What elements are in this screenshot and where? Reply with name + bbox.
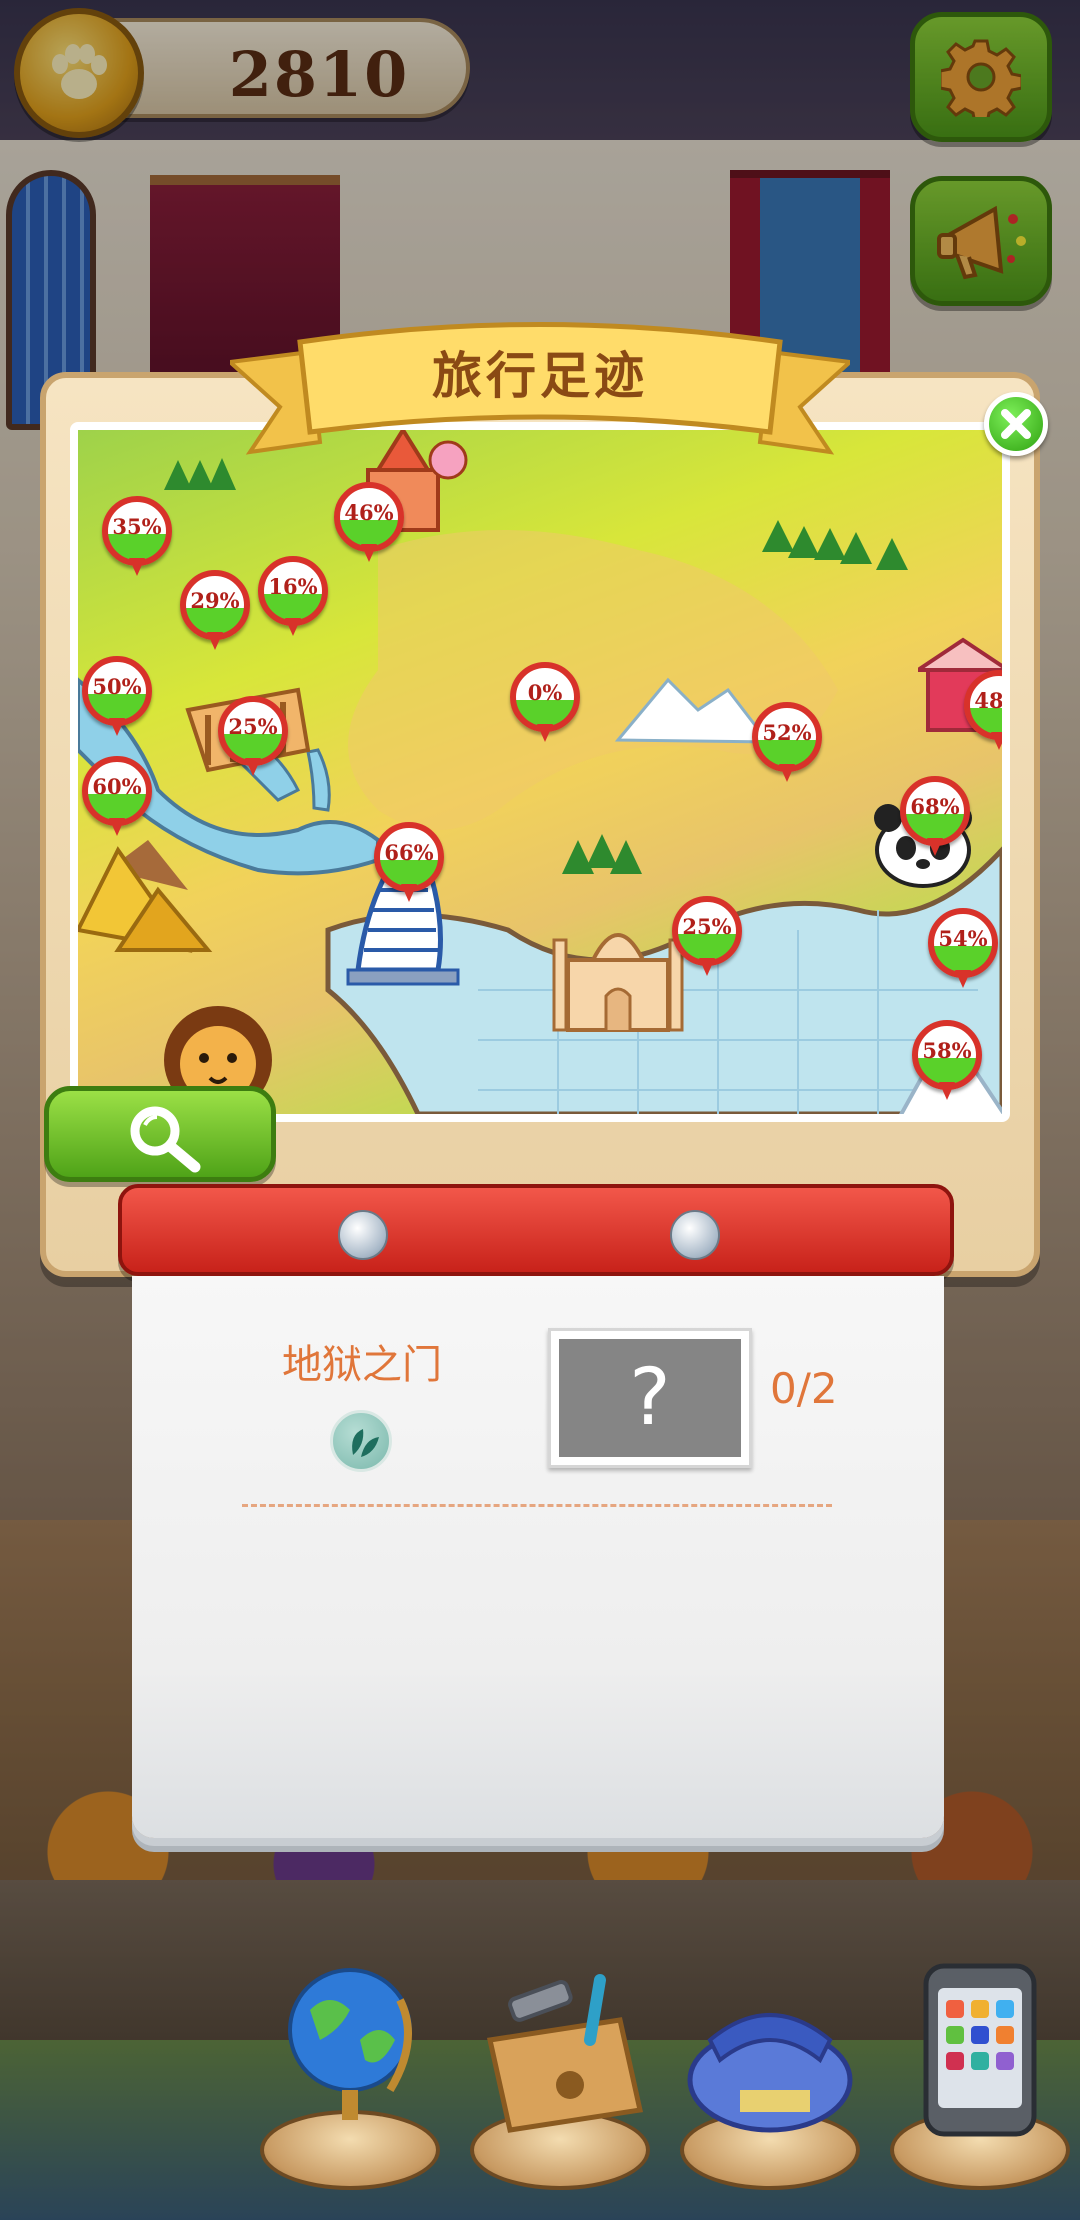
map-marker[interactable]: 48% xyxy=(964,670,1002,756)
map-marker[interactable]: 25% xyxy=(218,696,288,782)
dock-globe-button[interactable] xyxy=(250,1960,450,2200)
map-marker[interactable]: 60% xyxy=(82,756,152,842)
collection-progress: 0/2 xyxy=(770,1364,838,1413)
zoom-map-button[interactable] xyxy=(44,1086,276,1182)
taj-mahal-landmark xyxy=(552,933,684,1032)
close-button[interactable] xyxy=(984,392,1048,456)
dock-phone-button[interactable] xyxy=(670,1960,870,2200)
map-marker[interactable]: 66% xyxy=(374,822,444,908)
map-marker[interactable]: 35% xyxy=(102,496,172,582)
globe-icon xyxy=(288,1968,412,2120)
toolbox-icon xyxy=(486,1974,644,2133)
map-marker[interactable]: 50% xyxy=(82,656,152,742)
leaf-badge-icon xyxy=(330,1410,392,1472)
dock-smartphone-button[interactable] xyxy=(880,1960,1080,2200)
smartphone-icon xyxy=(923,1963,1037,2137)
map-marker[interactable]: 58% xyxy=(912,1020,982,1106)
map-marker[interactable]: 46% xyxy=(334,482,404,568)
travel-map[interactable]: 35% 46% 29% 16% 50% 25% 0% 52% 48% 60% 6… xyxy=(70,422,1010,1122)
map-marker[interactable]: 25% xyxy=(672,896,742,982)
dialog-title: 旅行足迹 xyxy=(432,347,648,405)
scroll-knob xyxy=(670,1210,720,1260)
map-marker[interactable]: 54% xyxy=(928,908,998,994)
question-mark-icon: ? xyxy=(559,1339,741,1457)
dock-toolbox-button[interactable] xyxy=(460,1960,660,2200)
map-marker[interactable]: 0% xyxy=(510,662,580,748)
telephone-icon xyxy=(687,2013,853,2133)
dashed-divider xyxy=(242,1504,832,1507)
map-marker[interactable]: 68% xyxy=(900,776,970,862)
map-marker[interactable]: 52% xyxy=(752,702,822,788)
place-name: 地狱之门 xyxy=(282,1342,442,1388)
scroll-header-bar xyxy=(118,1184,954,1276)
locked-item-slot[interactable]: ? xyxy=(548,1328,752,1468)
scroll-knob xyxy=(338,1210,388,1260)
close-icon xyxy=(1001,409,1031,439)
map-marker[interactable]: 16% xyxy=(258,556,328,642)
magnifier-icon xyxy=(130,1106,201,1173)
map-marker[interactable]: 29% xyxy=(180,570,250,656)
detail-panel xyxy=(132,1276,944,1838)
